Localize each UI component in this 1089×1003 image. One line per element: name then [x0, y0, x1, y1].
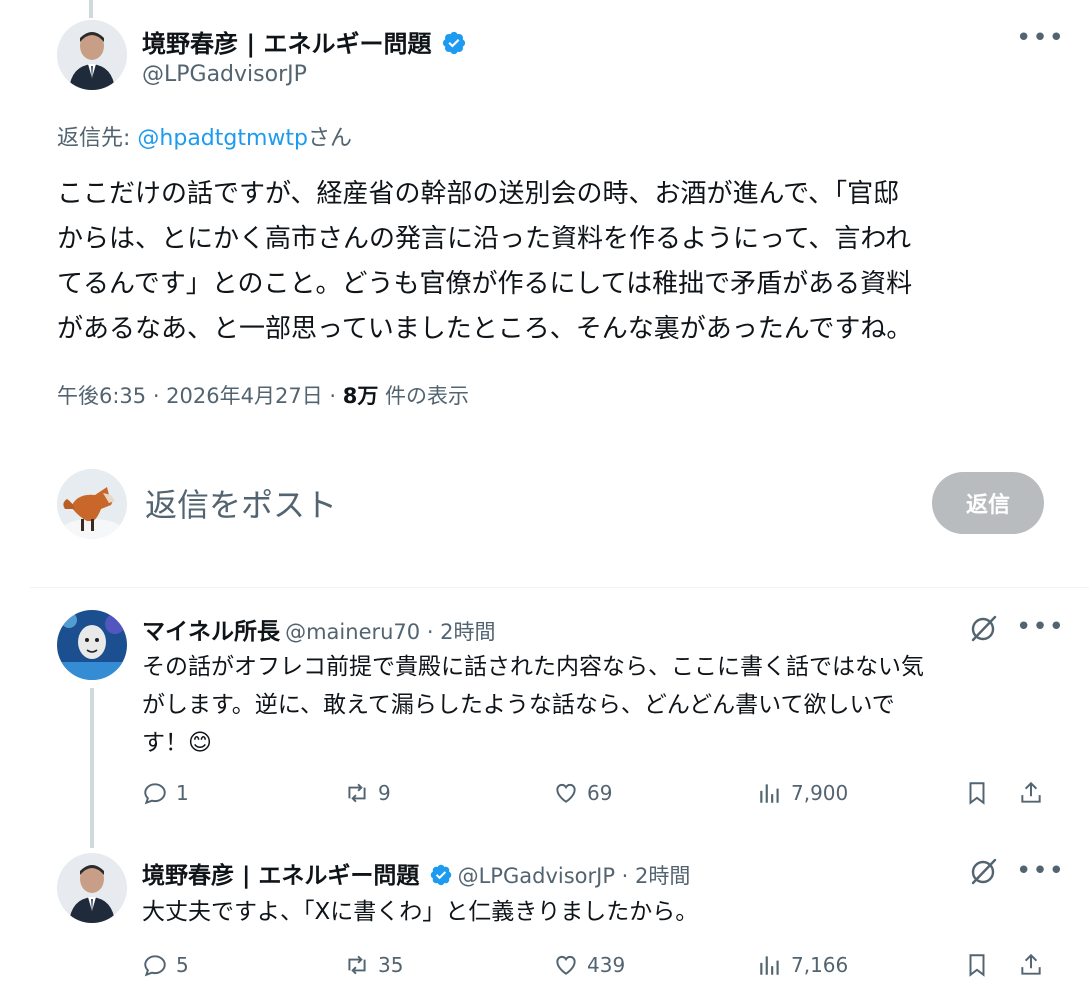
reply-suffix: さん: [308, 126, 353, 151]
repost-action[interactable]: 9: [344, 780, 391, 806]
views-icon: [760, 784, 779, 803]
share-action[interactable]: [1018, 952, 1044, 978]
more-icon[interactable]: •••: [1016, 25, 1065, 51]
share-icon: [1021, 781, 1041, 803]
main-post-text-line: ここだけの話ですが、経産省の幹部の送別会の時、お酒が進んで、「官邸: [57, 179, 900, 209]
reply-action[interactable]: 1: [142, 780, 189, 806]
views-label: 件の表示: [378, 384, 470, 408]
thread-line-top: [89, 0, 93, 18]
reply-prefix: 返信先:: [57, 126, 138, 151]
like-action[interactable]: 69: [553, 780, 612, 806]
reply-input[interactable]: 返信をポスト: [145, 480, 337, 526]
like-icon: [556, 783, 576, 803]
views-action[interactable]: 7,900: [757, 780, 848, 806]
repost-action[interactable]: 35: [344, 952, 403, 978]
grok-icon[interactable]: [969, 856, 999, 886]
repost-icon: [348, 783, 366, 803]
main-author-name[interactable]: 境野春彦 | エネルギー問題: [142, 30, 431, 58]
reply-action[interactable]: 5: [142, 952, 189, 978]
main-post-text-line: からは、とにかく高市さんの発言に沿った資料を作るようにって、言われ: [57, 224, 912, 254]
reply-header: マイネル所長 @maineru70 · 2時間: [142, 612, 496, 646]
reply-author-avatar[interactable]: [57, 853, 127, 923]
reply-author-handle[interactable]: @maineru70: [285, 620, 420, 644]
reply-text-line: がします。逆に、敢えて漏らしたような話なら、どんどん書いて欲しいで: [142, 692, 895, 718]
views-count: 8万: [342, 384, 379, 408]
reply-text-line: す！: [142, 730, 188, 756]
like-count: 439: [587, 953, 626, 977]
reply-to-link[interactable]: @hpadtgtmwtp: [137, 126, 308, 151]
views-count: 7,900: [791, 781, 849, 805]
main-author-handle[interactable]: @LPGadvisorJP: [142, 62, 307, 87]
like-count: 69: [587, 781, 613, 805]
more-icon[interactable]: •••: [1016, 858, 1065, 884]
divider: [30, 587, 1089, 588]
main-author-avatar[interactable]: [57, 20, 127, 90]
post-timestamp[interactable]: 午後6:35 · 2026年4月27日 ·: [57, 384, 343, 408]
post-meta: 午後6:35 · 2026年4月27日 · 8万 件の表示: [57, 380, 469, 410]
reply-button[interactable]: 返信: [932, 472, 1044, 534]
reply-context: 返信先: @hpadtgtmwtpさん: [57, 120, 352, 152]
share-icon: [1021, 953, 1041, 975]
more-icon[interactable]: •••: [1016, 614, 1065, 640]
current-user-avatar[interactable]: [57, 469, 127, 539]
views-action[interactable]: 7,166: [757, 952, 848, 978]
like-icon: [556, 955, 576, 975]
repost-count: 35: [378, 953, 404, 977]
reply-count: 5: [176, 953, 189, 977]
repost-count: 9: [378, 781, 391, 805]
grok-icon[interactable]: [969, 613, 999, 643]
reply-text-line: 大丈夫ですよ、「Xに書くわ」と仁義きりましたから。: [142, 899, 699, 925]
verified-badge-icon: [430, 864, 451, 886]
views-count: 7,166: [791, 953, 849, 977]
smile-emoji: 😊: [188, 730, 212, 756]
reply-icon: [144, 955, 166, 977]
reply-text: 大丈夫ですよ、「Xに書くわ」と仁義きりましたから。: [142, 893, 1062, 931]
main-post-text: ここだけの話ですが、経産省の幹部の送別会の時、お酒が進んで、「官邸 からは、とに…: [57, 172, 1067, 352]
thread-line: [90, 688, 94, 848]
share-action[interactable]: [1018, 780, 1044, 806]
repost-icon: [348, 955, 366, 975]
reply-icon: [144, 783, 166, 805]
reply-author-avatar[interactable]: [57, 610, 127, 680]
bookmark-action[interactable]: [964, 952, 990, 978]
reply-text: その話がオフレコ前提で貴殿に話された内容なら、ここに書く話ではない気 がします。…: [142, 648, 1062, 762]
reply-text-line: その話がオフレコ前提で貴殿に話された内容なら、ここに書く話ではない気: [142, 654, 924, 680]
reply-text-last-line: す！😊: [142, 724, 1062, 762]
main-post-text-line: てるんです」とのこと。どうも官僚が作るにしては稚拙で矛盾がある資料: [57, 269, 913, 299]
reply-author-handle[interactable]: @LPGadvisorJP: [458, 864, 615, 888]
bookmark-icon: [969, 954, 985, 977]
reply-author-name[interactable]: マイネル所長: [142, 619, 280, 645]
main-post-text-line: があるなあ、と一部思っていましたところ、そんな裏があったんですね。: [57, 314, 913, 344]
reply-author-name[interactable]: 境野春彦 | エネルギー問題: [142, 863, 419, 889]
views-icon: [760, 956, 779, 975]
reply-count: 1: [176, 781, 189, 805]
reply-header: 境野春彦 | エネルギー問題 @LPGadvisorJP · 2時間: [142, 856, 690, 890]
bookmark-action[interactable]: [964, 780, 990, 806]
bookmark-icon: [969, 782, 985, 805]
reply-time[interactable]: · 2時間: [615, 864, 691, 888]
main-author-name-row: 境野春彦 | エネルギー問題: [142, 24, 467, 59]
verified-badge-icon: [442, 31, 465, 55]
like-action[interactable]: 439: [553, 952, 625, 978]
reply-time[interactable]: · 2時間: [420, 620, 496, 644]
